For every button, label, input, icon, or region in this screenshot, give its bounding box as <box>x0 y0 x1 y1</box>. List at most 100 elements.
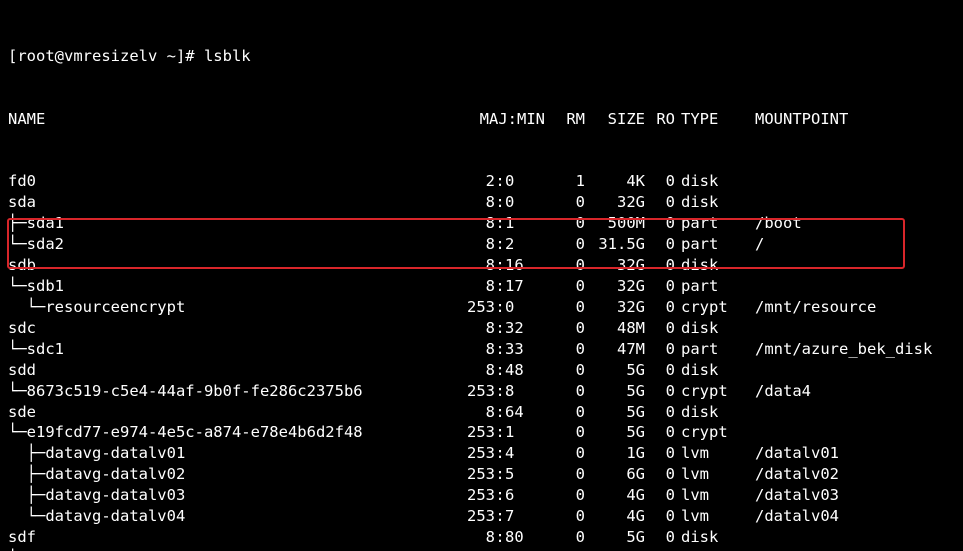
min-col: 7 <box>505 506 545 527</box>
lsblk-row: sdd8:4805G0disk <box>8 360 955 381</box>
rm-col: 0 <box>545 402 585 423</box>
mnt-col: /boot <box>745 213 955 234</box>
mnt-col <box>745 255 955 276</box>
min-col: 1 <box>505 213 545 234</box>
min-col: 80 <box>505 527 545 548</box>
rm-col: 1 <box>545 171 585 192</box>
min-col: 0 <box>505 171 545 192</box>
terminal-window: [root@vmresizelv ~]# lsblk NAME MAJ:MIN … <box>0 0 963 551</box>
ro-col: 0 <box>645 506 675 527</box>
hdr-ro: RO <box>645 109 675 130</box>
mnt-col: /mnt/azure_bek_disk <box>745 339 955 360</box>
device-name: └─datavg-datalv04 <box>8 506 185 527</box>
device-cols: 253:0032G0crypt/mnt/resource <box>449 297 955 318</box>
ro-col: 0 <box>645 422 675 443</box>
device-name: ├─datavg-datalv01 <box>8 443 185 464</box>
mnt-col <box>745 276 955 297</box>
min-col: 2 <box>505 234 545 255</box>
device-cols: 253:401G0lvm/datalv01 <box>449 443 955 464</box>
device-name: sde <box>8 402 36 423</box>
sep-col: : <box>495 506 505 527</box>
maj-col: 8 <box>449 318 495 339</box>
maj-col: 253 <box>449 297 495 318</box>
sep-col: : <box>495 234 505 255</box>
type-col: part <box>675 276 745 297</box>
ro-col: 0 <box>645 276 675 297</box>
maj-col: 253 <box>449 506 495 527</box>
maj-col: 8 <box>449 276 495 297</box>
type-col: lvm <box>675 464 745 485</box>
size-col: 32G <box>585 255 645 276</box>
hdr-mnt: MOUNTPOINT <box>745 109 955 130</box>
device-name: fd0 <box>8 171 36 192</box>
min-col: 32 <box>505 318 545 339</box>
lsblk-row: └─resourceencrypt253:0032G0crypt/mnt/res… <box>8 297 955 318</box>
sep-col: : <box>495 297 505 318</box>
maj-col: 2 <box>449 171 495 192</box>
prompt-line[interactable]: [root@vmresizelv ~]# lsblk <box>8 46 955 67</box>
sep-col: : <box>495 402 505 423</box>
maj-col: 253 <box>449 464 495 485</box>
sep-col: : <box>495 443 505 464</box>
type-col: lvm <box>675 485 745 506</box>
type-col: disk <box>675 402 745 423</box>
hdr-rm: RM <box>545 109 585 130</box>
ro-col: 0 <box>645 464 675 485</box>
min-col: 6 <box>505 485 545 506</box>
maj-col: 253 <box>449 381 495 402</box>
lsblk-row: └─e19fcd77-e974-4e5c-a874-e78e4b6d2f4825… <box>8 422 955 443</box>
rm-col: 0 <box>545 506 585 527</box>
device-name: ├─datavg-datalv03 <box>8 485 185 506</box>
size-col: 4G <box>585 506 645 527</box>
sep-col: : <box>495 464 505 485</box>
sep-col: : <box>495 381 505 402</box>
size-col: 48M <box>585 318 645 339</box>
type-col: disk <box>675 318 745 339</box>
mnt-col <box>745 360 955 381</box>
maj-col: 253 <box>449 443 495 464</box>
lsblk-row: sda8:0032G0disk <box>8 192 955 213</box>
header-row: NAME MAJ:MIN RM SIZE RO TYPE MOUNTPOINT <box>8 109 955 130</box>
type-col: disk <box>675 171 745 192</box>
lsblk-row: sdb8:16032G0disk <box>8 255 955 276</box>
lsblk-row: sdf8:8005G0disk <box>8 527 955 548</box>
maj-col: 8 <box>449 527 495 548</box>
min-col: 0 <box>505 192 545 213</box>
mnt-col <box>745 527 955 548</box>
device-name: └─e19fcd77-e974-4e5c-a874-e78e4b6d2f48 <box>8 422 363 443</box>
ro-col: 0 <box>645 213 675 234</box>
mnt-col <box>745 422 955 443</box>
mnt-col: /datalv01 <box>745 443 955 464</box>
rm-col: 0 <box>545 297 585 318</box>
type-col: lvm <box>675 506 745 527</box>
size-col: 5G <box>585 381 645 402</box>
maj-col: 253 <box>449 485 495 506</box>
rm-col: 0 <box>545 443 585 464</box>
min-col: 33 <box>505 339 545 360</box>
device-name: └─sda2 <box>8 234 64 255</box>
size-col: 500M <box>585 213 645 234</box>
mnt-col <box>745 318 955 339</box>
type-col: crypt <box>675 422 745 443</box>
rm-col: 0 <box>545 464 585 485</box>
lsblk-row: sdc8:32048M0disk <box>8 318 955 339</box>
lsblk-row: └─8673c519-c5e4-44af-9b0f-fe286c2375b625… <box>8 381 955 402</box>
device-name: ├─datavg-datalv02 <box>8 464 185 485</box>
device-cols: 8:0032G0disk <box>449 192 955 213</box>
device-name: └─sdc1 <box>8 339 64 360</box>
mnt-col <box>745 171 955 192</box>
size-col: 4G <box>585 485 645 506</box>
mnt-col: /datalv03 <box>745 485 955 506</box>
size-col: 32G <box>585 192 645 213</box>
type-col: part <box>675 234 745 255</box>
type-col: disk <box>675 527 745 548</box>
sep-col: : <box>495 318 505 339</box>
ro-col: 0 <box>645 527 675 548</box>
maj-col: 8 <box>449 234 495 255</box>
ro-col: 0 <box>645 360 675 381</box>
ro-col: 0 <box>645 339 675 360</box>
device-name: ├─sda1 <box>8 213 64 234</box>
min-col: 17 <box>505 276 545 297</box>
size-col: 5G <box>585 360 645 381</box>
size-col: 1G <box>585 443 645 464</box>
